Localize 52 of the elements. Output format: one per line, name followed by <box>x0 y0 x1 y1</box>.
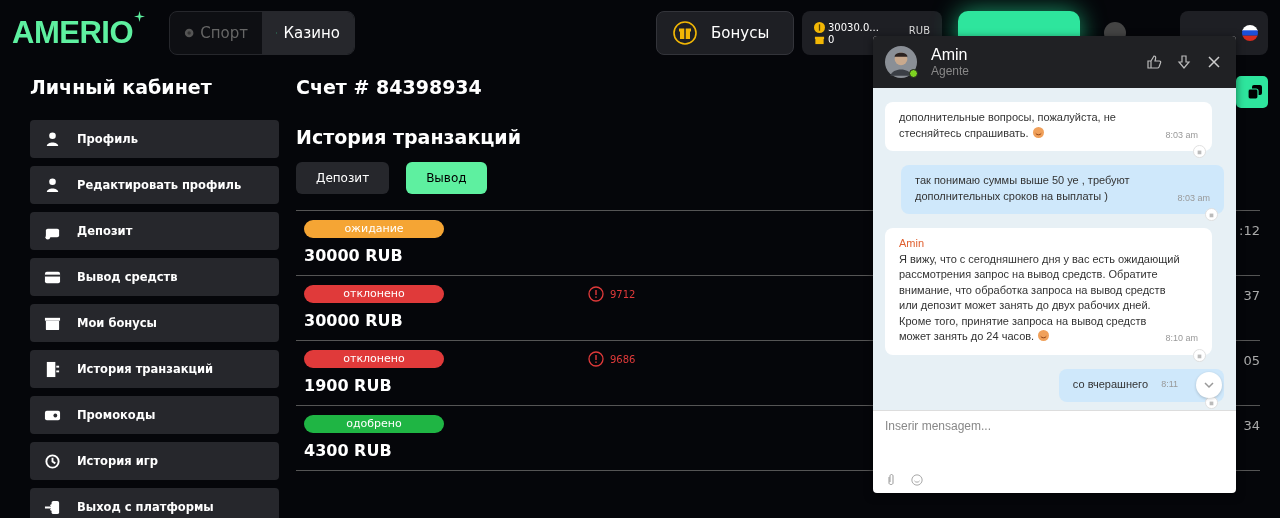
message-time: 8:10 am <box>1165 332 1198 345</box>
account-number: Счет # 84398934 <box>296 76 482 98</box>
sidebar-item[interactable]: Депозит <box>30 212 279 250</box>
message-text: стесняйтесь спрашивать. <box>899 125 1044 141</box>
filter-tab[interactable]: Депозит <box>296 162 390 194</box>
sidebar-item[interactable]: История транзакций <box>30 350 279 388</box>
sidebar-item[interactable]: Выход с платформы <box>30 488 279 518</box>
status-badge: отклонено <box>304 350 444 368</box>
page-title: Личный кабинет <box>30 76 213 98</box>
message-time: 8:11 <box>1161 377 1178 391</box>
sidebar-item[interactable]: Редактировать профиль <box>30 166 279 204</box>
time: 37 <box>1243 288 1260 303</box>
time: 34 <box>1243 418 1260 433</box>
amount: 30000 RUB <box>304 311 404 330</box>
time: 05 <box>1243 353 1260 368</box>
message-time: 8:03 am <box>1177 191 1210 205</box>
status-badge: одобрено <box>304 415 444 433</box>
sidebar-item[interactable]: Мои бонусы <box>30 304 279 342</box>
sidebar-item[interactable]: Профиль <box>30 120 279 158</box>
amount: 4300 RUB <box>304 441 393 460</box>
message-text: так понимаю суммы выше 50 уе , требуют <box>915 173 1130 188</box>
balance-amount: 30030.0... <box>828 21 879 33</box>
sidebar-item[interactable]: Вывод средств <box>30 258 279 296</box>
mode-tab[interactable]: Казино <box>262 12 354 54</box>
status-badge: ожидание <box>304 220 444 238</box>
error-code: 9686 <box>610 353 636 365</box>
message-input[interactable]: Inserir mensagem... <box>885 419 1224 433</box>
status-badge: отклонено <box>304 285 444 303</box>
time: :12 <box>1239 223 1260 238</box>
currency-label: RUB <box>908 25 930 36</box>
amount: 30000 RUB <box>304 246 404 265</box>
message-time: 8:03 am <box>1165 128 1198 142</box>
filter-tab[interactable]: Вывод <box>406 162 487 194</box>
sender-name: Amin <box>899 236 926 251</box>
amount: 1900 RUB <box>304 376 393 395</box>
message-text: Кроме того, принятие запроса на вывод средств <box>899 313 1147 329</box>
agent-role: Agente <box>931 64 970 78</box>
error-code: 9712 <box>610 288 636 300</box>
sidebar-item[interactable]: История игр <box>30 442 279 480</box>
message-text: внимание, что обработка запроса на вывод средств <box>899 282 1166 298</box>
message-text: дополнительные вопросы, пожалуйста, не <box>899 110 1116 125</box>
message-text: может занять до 24 часов. <box>899 329 1050 345</box>
bonus-amount: 0 <box>828 33 835 45</box>
message-text: рассмотрения запрос на вывод средств. Обратите <box>899 267 1158 282</box>
message-text: или депозит может занять до двух рабочих дней. <box>899 298 1151 313</box>
section-title: История транзакций <box>296 126 521 148</box>
message-text: со вчерашнего <box>1072 376 1148 392</box>
logo[interactable]: AMERIO <box>12 15 133 51</box>
bonuses-button[interactable]: Бонусы <box>656 11 794 55</box>
message-text: Я вижу, что с сегодняшнего дня у вас есть ожидающий <box>899 251 1180 267</box>
message-text: дополнительных сроков на выплаты ) <box>915 188 1108 204</box>
sidebar-item[interactable]: Промокоды <box>30 396 279 434</box>
